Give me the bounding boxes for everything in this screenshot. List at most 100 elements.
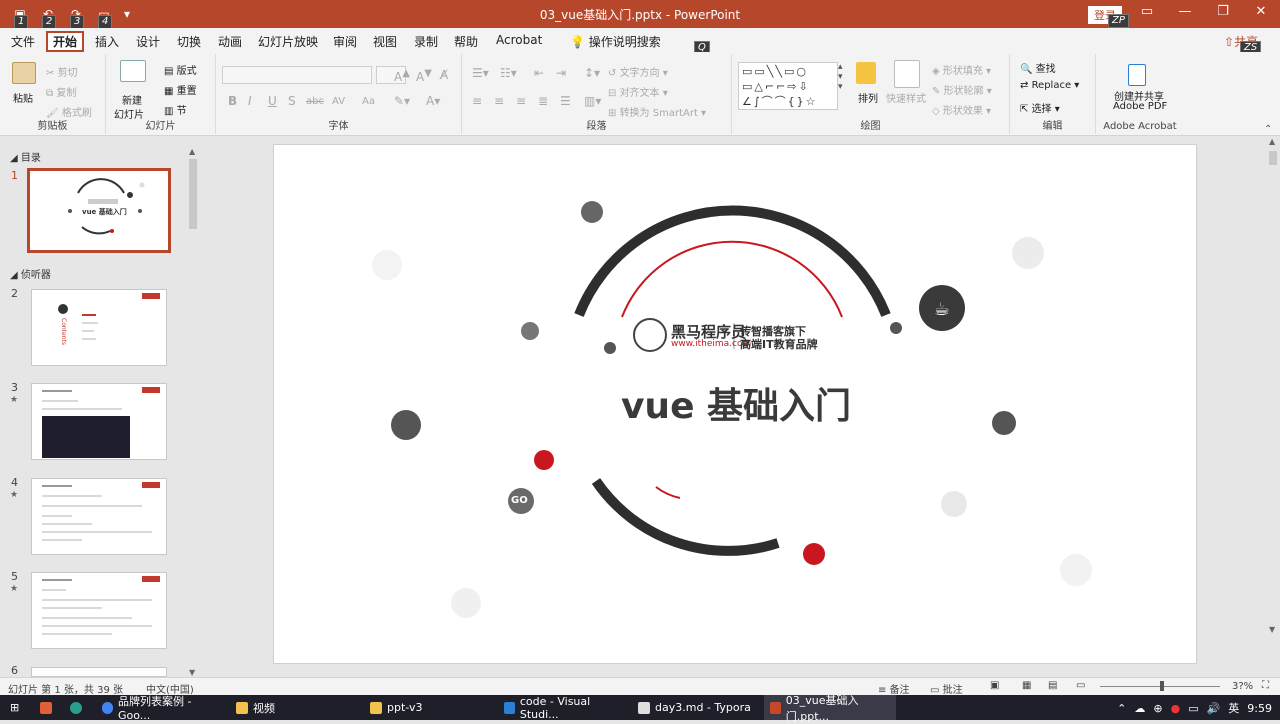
- slide-thumbnail-1[interactable]: vue 基础入门: [27, 168, 171, 253]
- zoom-thumb[interactable]: [1160, 681, 1164, 691]
- layout-button[interactable]: ▤ 版式: [164, 62, 197, 77]
- ime-indicator[interactable]: 英: [1228, 700, 1239, 716]
- shapes-gallery[interactable]: ▭▭╲╲▭○ ▭△⌐⌐⇨⇩ ∠∫⌒⌒{}☆: [738, 62, 838, 110]
- replace-button[interactable]: ⇄ Replace ▾: [1020, 80, 1079, 91]
- slide-thumbnail-5[interactable]: [31, 572, 167, 649]
- find-button[interactable]: 🔍 查找: [1020, 60, 1056, 75]
- collapse-ribbon-icon[interactable]: ⌃: [1264, 124, 1272, 135]
- arrange-button[interactable]: 排列: [858, 90, 878, 105]
- line-spacing-icon[interactable]: ↕▾: [584, 66, 600, 80]
- login-button[interactable]: 登录 ZP: [1088, 6, 1129, 28]
- display-icon[interactable]: ▭: [1188, 702, 1198, 715]
- sorter-view-icon[interactable]: ▦: [1022, 680, 1031, 691]
- justify-icon[interactable]: ≣: [538, 94, 548, 108]
- fit-slide-icon[interactable]: ⛶: [1262, 680, 1269, 691]
- taskbar-item[interactable]: day3.md - Typora: [632, 695, 760, 720]
- zoom-level[interactable]: 3?%: [1232, 681, 1253, 692]
- chevron-up-icon[interactable]: ⌃: [1117, 702, 1126, 715]
- shape-effects-button[interactable]: ◇ 形状效果 ▾: [932, 102, 991, 117]
- paste-icon[interactable]: [12, 62, 36, 84]
- tab-transitions[interactable]: 切换K: [177, 33, 201, 67]
- cloud-icon[interactable]: ☁: [1134, 702, 1145, 715]
- shape-outline-button[interactable]: ✎ 形状轮廓 ▾: [932, 82, 992, 97]
- numbering-icon[interactable]: ☷▾: [500, 66, 517, 80]
- italic-button[interactable]: I: [248, 94, 252, 108]
- change-case-button[interactable]: Aa: [362, 96, 375, 107]
- highlight-icon[interactable]: ✎▾: [394, 94, 410, 108]
- section-header[interactable]: ◢ 侦听器: [10, 266, 51, 281]
- align-text-button[interactable]: ⊟ 对齐文本 ▾: [608, 84, 668, 99]
- arrange-icon[interactable]: [856, 62, 876, 84]
- slideshow-view-icon[interactable]: ▭: [1076, 680, 1085, 691]
- slide-thumbnail-6[interactable]: [31, 667, 167, 677]
- tab-view[interactable]: 视图W: [373, 33, 397, 67]
- scroll-thumb[interactable]: [189, 159, 197, 229]
- quick-styles-icon[interactable]: [894, 60, 920, 88]
- grow-font-icon[interactable]: A▲: [394, 68, 410, 84]
- copy-button[interactable]: ⧉ 复制: [46, 84, 76, 99]
- tab-help[interactable]: 帮助Y: [454, 33, 478, 67]
- tab-slideshow[interactable]: 幻灯片放映S: [258, 33, 318, 67]
- font-name-select[interactable]: [222, 66, 372, 84]
- tab-design[interactable]: 设计G: [136, 33, 160, 67]
- slide-thumbnail-2[interactable]: Contents: [31, 289, 167, 366]
- distributed-icon[interactable]: ☰: [560, 94, 571, 108]
- section-header[interactable]: ◢ 目录: [10, 149, 41, 164]
- slide-thumbnail-3[interactable]: [31, 383, 167, 460]
- minimize-icon[interactable]: —: [1166, 4, 1204, 19]
- shrink-font-icon[interactable]: A▼: [416, 68, 432, 84]
- start-button[interactable]: ⊞: [4, 695, 25, 720]
- tab-home[interactable]: 开始H: [46, 31, 85, 67]
- section-button[interactable]: ▥ 节: [164, 102, 187, 117]
- tab-acrobat[interactable]: AcrobatB: [496, 33, 542, 67]
- decrease-indent-icon[interactable]: ⇤: [534, 66, 544, 80]
- maximize-icon[interactable]: ❐: [1204, 4, 1242, 19]
- reset-button[interactable]: ▦ 重置: [164, 82, 197, 97]
- clear-format-icon[interactable]: A̸: [440, 68, 448, 82]
- tell-me-search[interactable]: 💡 操作说明搜索 Q: [570, 33, 710, 55]
- scroll-thumb[interactable]: [1269, 151, 1277, 165]
- shadow-button[interactable]: S: [288, 94, 296, 108]
- tab-record[interactable]: 录制C: [414, 33, 438, 67]
- ribbon-display-icon[interactable]: ▭: [1128, 4, 1166, 19]
- normal-view-icon[interactable]: ▣: [990, 680, 999, 691]
- underline-button[interactable]: U: [268, 94, 277, 108]
- tab-file[interactable]: 文件F: [11, 33, 35, 67]
- quick-styles-button[interactable]: 快速样式: [886, 90, 926, 105]
- tab-review[interactable]: 审阅R: [333, 33, 357, 67]
- volume-icon[interactable]: 🔊: [1207, 702, 1221, 715]
- align-right-icon[interactable]: ≡: [516, 94, 526, 108]
- comments-button[interactable]: ▭ 批注: [930, 681, 963, 696]
- pdf-icon[interactable]: [1128, 64, 1146, 86]
- record-icon[interactable]: ●: [1171, 702, 1181, 715]
- clock[interactable]: 9:59: [1247, 702, 1272, 715]
- columns-icon[interactable]: ▥▾: [584, 94, 601, 108]
- char-spacing-button[interactable]: AV: [332, 96, 345, 107]
- taskbar-item[interactable]: 视频: [230, 695, 358, 720]
- slide-title[interactable]: vue 基础入门: [274, 377, 1196, 429]
- cut-button[interactable]: ✂ 剪切: [46, 64, 78, 79]
- thumbnail-scrollbar[interactable]: ▲ ▼: [187, 147, 199, 677]
- app-icon[interactable]: [34, 695, 58, 720]
- paste-button[interactable]: 粘贴: [13, 90, 33, 105]
- reading-view-icon[interactable]: ▤: [1048, 680, 1057, 691]
- bullets-icon[interactable]: ☰▾: [472, 66, 489, 80]
- text-direction-button[interactable]: ↺ 文字方向 ▾: [608, 64, 668, 79]
- select-button[interactable]: ⇱ 选择 ▾: [1020, 100, 1060, 115]
- taskbar-item[interactable]: 03_vue基础入门.ppt...: [764, 694, 896, 723]
- taskbar-item[interactable]: code - Visual Studi...: [498, 695, 628, 721]
- new-slide-icon[interactable]: [120, 60, 146, 82]
- new-slide-button[interactable]: 新建: [122, 92, 142, 107]
- bold-button[interactable]: B: [228, 94, 237, 108]
- tab-animations[interactable]: 动画A: [218, 33, 242, 67]
- network-icon[interactable]: ⊕: [1153, 702, 1162, 715]
- slide-scrollbar[interactable]: ▲ ▼: [1266, 137, 1280, 677]
- font-color-icon[interactable]: A▾: [426, 94, 440, 108]
- taskbar-item[interactable]: 品牌列表案例 - Goo...: [96, 695, 224, 722]
- shapes-scroll-icon[interactable]: ▴ ▾ ▾: [838, 62, 843, 92]
- strikethrough-button[interactable]: abc: [306, 96, 324, 107]
- edge-icon[interactable]: [64, 695, 88, 720]
- align-center-icon[interactable]: ≡: [494, 94, 504, 108]
- taskbar-item[interactable]: ppt-v3: [364, 695, 492, 720]
- shape-fill-button[interactable]: ◈ 形状填充 ▾: [932, 62, 991, 77]
